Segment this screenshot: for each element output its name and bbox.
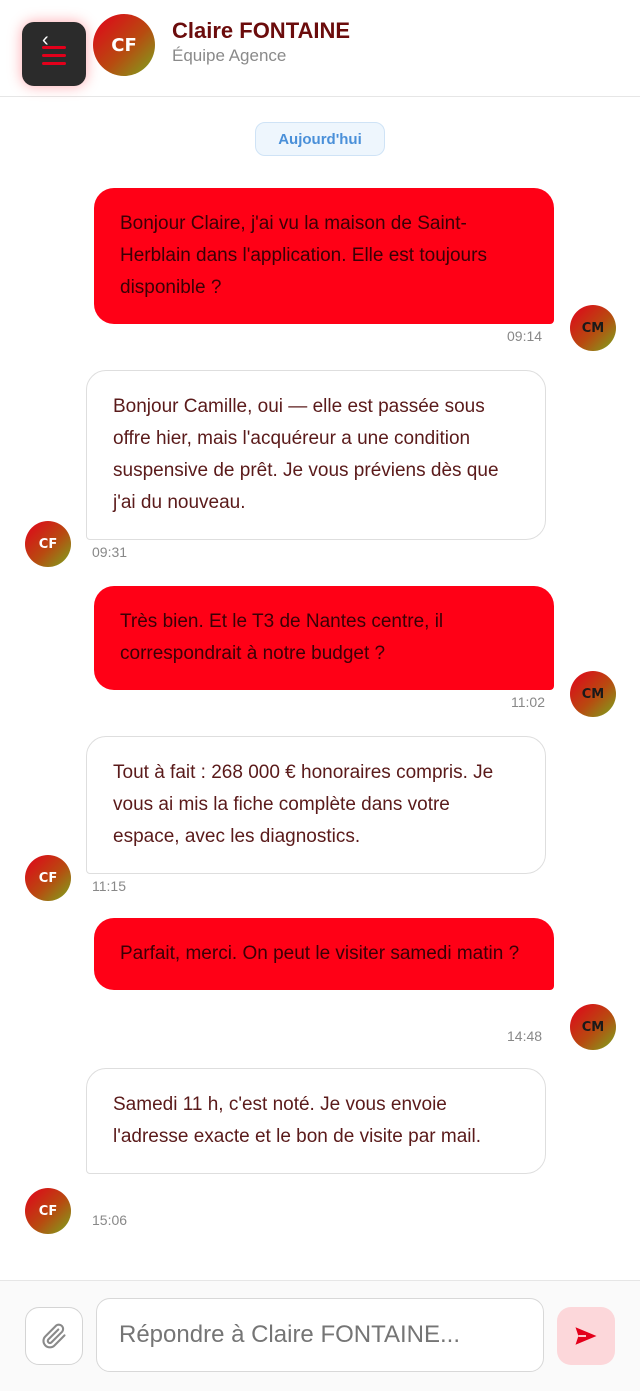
message-bubble-outgoing: Bonjour Claire, j'ai vu la maison de Sai… <box>94 188 554 324</box>
message-bubble-incoming: Tout à fait : 268 000 € honoraires compr… <box>86 736 546 874</box>
day-separator: Aujourd'hui <box>255 122 385 156</box>
message-time: 11:15 <box>92 878 126 894</box>
contact-avatar-small: CF <box>25 521 71 567</box>
message-bubble-incoming: Samedi 11 h, c'est noté. Je vous envoie … <box>86 1068 546 1174</box>
sender-avatar: CM <box>570 671 616 717</box>
contact-team: Équipe Agence <box>172 46 287 65</box>
message-bubble-incoming: Bonjour Camille, oui — elle est passée s… <box>86 370 546 540</box>
contact-avatar-small: CF <box>25 1188 71 1234</box>
sender-avatar: CM <box>570 305 616 351</box>
message-time: 11:02 <box>511 694 545 710</box>
attach-button[interactable] <box>25 1307 83 1365</box>
message-time: 09:14 <box>507 328 543 344</box>
contact-name: Claire FONTAINE <box>172 18 351 43</box>
sender-avatar: CM <box>570 1004 616 1050</box>
message-bubble-outgoing: Très bien. Et le T3 de Nantes centre, il… <box>94 586 554 690</box>
message-composer <box>0 1280 640 1391</box>
message-time: 14:48 <box>507 1028 543 1044</box>
contact-avatar: CF <box>93 14 155 76</box>
reply-input[interactable] <box>96 1298 544 1372</box>
menu-button[interactable]: ‹ <box>22 22 86 86</box>
send-arrow-icon <box>575 1327 597 1345</box>
send-button[interactable] <box>557 1307 615 1365</box>
message-time: 15:06 <box>92 1212 128 1228</box>
contact-avatar-small: CF <box>25 855 71 901</box>
message-bubble-outgoing: Parfait, merci. On peut le visiter samed… <box>94 918 554 990</box>
hamburger-menu-icon <box>42 44 66 65</box>
message-time: 09:31 <box>92 544 128 560</box>
paperclip-icon <box>42 1323 66 1349</box>
chat-header: ‹ CF Claire FONTAINE Équipe Agence <box>0 0 640 97</box>
